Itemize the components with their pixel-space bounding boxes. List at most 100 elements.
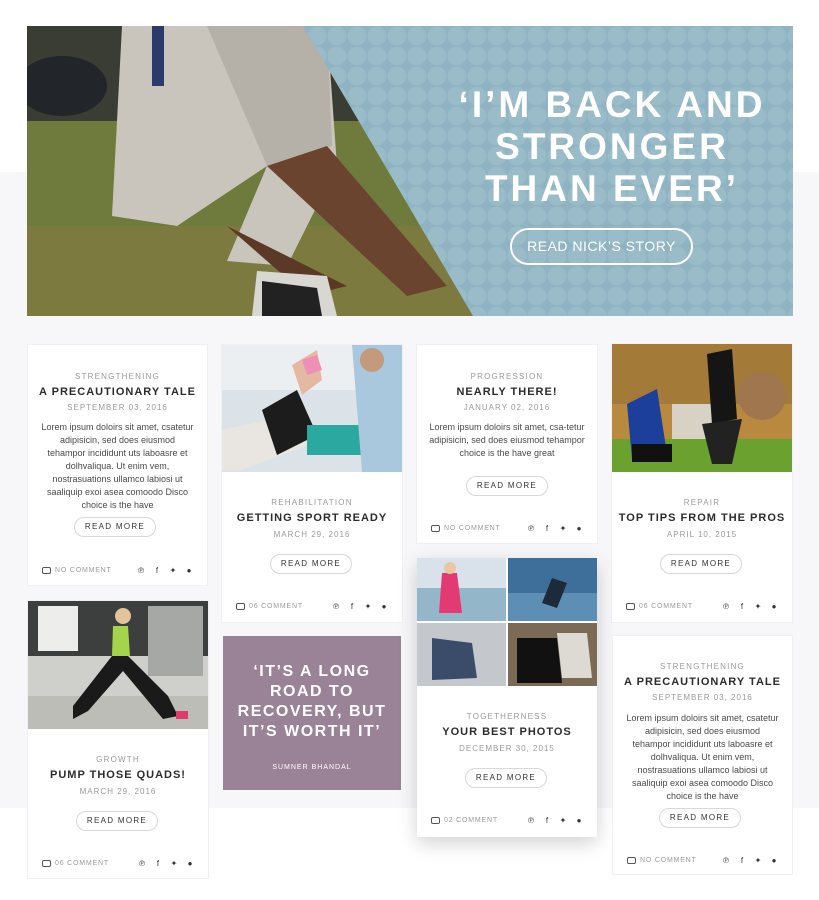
post-image-physio[interactable]: [222, 345, 402, 472]
social-links: ℗ f ✦ ●: [332, 602, 388, 611]
pinterest-alt-icon[interactable]: ●: [380, 602, 388, 611]
pinterest-alt-icon[interactable]: ●: [186, 859, 194, 868]
post-date: SEPTEMBER 03, 2016: [67, 403, 168, 412]
pinterest-icon[interactable]: ℗: [722, 856, 730, 865]
post-date: SEPTEMBER 03, 2016: [652, 693, 753, 702]
read-more-button[interactable]: READ MORE: [76, 811, 158, 831]
read-more-button[interactable]: READ MORE: [659, 808, 741, 828]
comment-label: NO COMMENT: [444, 525, 501, 532]
social-links: ℗ f ✦ ●: [137, 566, 193, 575]
post-excerpt: Lorem ipsum doloirs sit amet, csatetur a…: [41, 422, 194, 510]
pinterest-alt-icon[interactable]: ●: [185, 566, 193, 575]
quote-author: SUMNER BHANDAL: [272, 764, 352, 771]
social-links: ℗ f ✦ ●: [722, 602, 778, 611]
twitter-icon[interactable]: ✦: [754, 856, 762, 865]
post-title[interactable]: PUMP THOSE QUADS!: [28, 769, 208, 781]
comment-icon: [42, 860, 51, 867]
post-card-precautionary-tale: STRENGTHENING A PRECAUTIONARY TALE SEPTE…: [28, 345, 207, 585]
comment-icon: [627, 857, 636, 864]
pinterest-icon[interactable]: ℗: [137, 566, 145, 575]
post-card-precautionary-tale-2: STRENGTHENING A PRECAUTIONARY TALE SEPTE…: [613, 636, 792, 874]
post-footer: NO COMMENT ℗ f ✦ ●: [431, 524, 583, 533]
comment-count[interactable]: NO COMMENT: [42, 567, 112, 574]
comment-label: NO COMMENT: [640, 857, 697, 864]
pinterest-alt-icon[interactable]: ●: [575, 816, 583, 825]
comment-count[interactable]: 02 COMMENT: [431, 817, 498, 824]
read-nicks-story-button[interactable]: READ NICK’S STORY: [510, 228, 693, 265]
twitter-icon[interactable]: ✦: [559, 524, 567, 533]
pinterest-icon[interactable]: ℗: [138, 859, 146, 868]
social-links: ℗ f ✦ ●: [527, 524, 583, 533]
read-more-button[interactable]: READ MORE: [270, 554, 352, 574]
facebook-icon[interactable]: f: [543, 524, 551, 533]
post-excerpt: Lorem ipsum doloirs sit amet, csatetur a…: [626, 713, 779, 801]
quote-card: ‘IT’S A LONG ROAD TO RECOVERY, BUT IT’S …: [223, 636, 401, 790]
pinterest-alt-icon[interactable]: ●: [575, 524, 583, 533]
comment-count[interactable]: NO COMMENT: [627, 857, 697, 864]
comment-icon: [626, 603, 635, 610]
comment-count[interactable]: 06 COMMENT: [236, 603, 303, 610]
post-date: APRIL 10, 2015: [666, 530, 738, 539]
post-card-top-tips: REPAIR TOP TIPS FROM THE PROS APRIL 10, …: [612, 344, 792, 622]
read-more-button[interactable]: READ MORE: [660, 554, 742, 574]
social-links: ℗ f ✦ ●: [527, 816, 583, 825]
post-image-collage[interactable]: [417, 558, 597, 686]
facebook-icon[interactable]: f: [543, 816, 551, 825]
post-footer: 06 COMMENT ℗ f ✦ ●: [236, 602, 388, 611]
comment-label: 06 COMMENT: [639, 603, 693, 610]
social-links: ℗ f ✦ ●: [722, 856, 778, 865]
post-image-gym[interactable]: [612, 344, 792, 472]
read-more-button[interactable]: READ MORE: [465, 768, 547, 788]
pinterest-icon[interactable]: ℗: [527, 816, 535, 825]
post-date: MARCH 29, 2016: [79, 787, 157, 796]
post-footer: 06 COMMENT ℗ f ✦ ●: [626, 602, 778, 611]
post-category: GROWTH: [96, 755, 140, 764]
comment-label: NO COMMENT: [55, 567, 112, 574]
post-title[interactable]: GETTING SPORT READY: [222, 512, 402, 524]
pinterest-icon[interactable]: ℗: [332, 602, 340, 611]
twitter-icon[interactable]: ✦: [169, 566, 177, 575]
social-links: ℗ f ✦ ●: [138, 859, 194, 868]
post-title[interactable]: A PRECAUTIONARY TALE: [613, 676, 792, 688]
post-category: REPAIR: [683, 498, 721, 507]
post-category: STRENGTHENING: [660, 662, 745, 671]
twitter-icon[interactable]: ✦: [559, 816, 567, 825]
facebook-icon[interactable]: f: [738, 602, 746, 611]
post-date: JANUARY 02, 2016: [463, 403, 551, 412]
read-more-button[interactable]: READ MORE: [74, 517, 156, 537]
pinterest-icon[interactable]: ℗: [527, 524, 535, 533]
twitter-icon[interactable]: ✦: [754, 602, 762, 611]
twitter-icon[interactable]: ✦: [364, 602, 372, 611]
post-footer: NO COMMENT ℗ f ✦ ●: [42, 566, 193, 575]
pinterest-alt-icon[interactable]: ●: [770, 856, 778, 865]
pinterest-alt-icon[interactable]: ●: [770, 602, 778, 611]
post-category: STRENGTHENING: [75, 372, 160, 381]
post-image-lunge[interactable]: [28, 601, 208, 729]
post-date: DECEMBER 30, 2015: [459, 744, 555, 753]
comment-count[interactable]: 06 COMMENT: [42, 860, 109, 867]
facebook-icon[interactable]: f: [348, 602, 356, 611]
post-footer: NO COMMENT ℗ f ✦ ●: [627, 856, 778, 865]
post-title[interactable]: A PRECAUTIONARY TALE: [28, 386, 207, 398]
post-title[interactable]: TOP TIPS FROM THE PROS: [612, 512, 792, 524]
post-footer: 02 COMMENT ℗ f ✦ ●: [431, 816, 583, 825]
comment-icon: [431, 817, 440, 824]
facebook-icon[interactable]: f: [153, 566, 161, 575]
comment-count[interactable]: 06 COMMENT: [626, 603, 693, 610]
post-excerpt: Lorem ipsum doloirs sit amet, csa-tetur …: [429, 422, 585, 458]
post-title[interactable]: YOUR BEST PHOTOS: [417, 726, 597, 738]
facebook-icon[interactable]: f: [154, 859, 162, 868]
pinterest-icon[interactable]: ℗: [722, 602, 730, 611]
comment-count[interactable]: NO COMMENT: [431, 525, 501, 532]
facebook-icon[interactable]: f: [738, 856, 746, 865]
post-card-your-best-photos: TOGETHERNESS YOUR BEST PHOTOS DECEMBER 3…: [417, 558, 597, 837]
post-title[interactable]: NEARLY THERE!: [417, 386, 597, 398]
comment-icon: [42, 567, 51, 574]
comment-label: 02 COMMENT: [444, 817, 498, 824]
comment-label: 06 COMMENT: [55, 860, 109, 867]
read-more-button[interactable]: READ MORE: [466, 476, 548, 496]
comment-icon: [431, 525, 440, 532]
post-card-pump-those-quads: GROWTH PUMP THOSE QUADS! MARCH 29, 2016 …: [28, 601, 208, 878]
twitter-icon[interactable]: ✦: [170, 859, 178, 868]
post-card-nearly-there: PROGRESSION NEARLY THERE! JANUARY 02, 20…: [417, 345, 597, 543]
